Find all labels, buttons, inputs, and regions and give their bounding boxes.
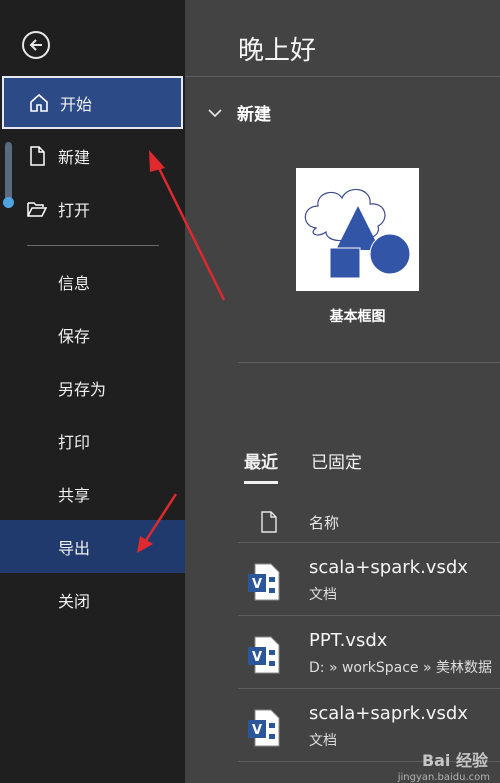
sidebar-item-new[interactable]: 新建 [0, 129, 185, 182]
file-name: scala+spark.vsdx [309, 557, 468, 578]
sidebar-item-home[interactable]: 开始 [2, 76, 183, 129]
file-row[interactable]: V scala+spark.vsdx 文档 [238, 542, 500, 613]
page-title: 晚上好 [238, 36, 317, 66]
backstage-main: 晚上好 新建 基本框图 最近 已固定 名称 V scala+spark.vsdx… [185, 0, 500, 783]
sidebar-item-label: 关闭 [58, 591, 91, 611]
file-name: PPT.vsdx [309, 630, 388, 651]
sidebar-item-share[interactable]: 共享 [0, 467, 185, 520]
file-path: 文档 [309, 587, 337, 603]
basic-diagram-thumbnail-icon [304, 188, 411, 279]
back-button[interactable] [22, 31, 50, 59]
recent-tabs: 最近 已固定 [244, 448, 395, 484]
sidebar-divider [27, 245, 159, 246]
column-name-header: 名称 [309, 513, 340, 532]
sidebar-item-save[interactable]: 保存 [0, 308, 185, 361]
header-divider [185, 76, 500, 77]
new-section-title: 新建 [237, 105, 271, 125]
file-type-icon [261, 511, 277, 533]
sidebar-item-label: 共享 [58, 485, 91, 505]
sidebar-item-info[interactable]: 信息 [0, 255, 185, 308]
new-section-toggle[interactable]: 新建 [207, 100, 271, 125]
file-path: 文档 [309, 733, 337, 749]
watermark-logo: Bai 经验 [421, 751, 488, 770]
sidebar-item-close[interactable]: 关闭 [0, 573, 185, 626]
sidebar-item-open[interactable]: 打开 [0, 182, 185, 235]
home-icon [30, 93, 48, 112]
sidebar-item-print[interactable]: 打印 [0, 414, 185, 467]
file-list-header[interactable]: 名称 [238, 504, 500, 540]
sidebar-item-label: 导出 [58, 538, 91, 558]
template-basic-diagram[interactable] [296, 168, 419, 291]
sidebar-item-label: 打印 [58, 432, 91, 452]
new-document-icon [30, 146, 45, 166]
visio-file-icon: V [248, 636, 280, 674]
sidebar-item-save-as[interactable]: 另存为 [0, 361, 185, 414]
sidebar-item-label: 开始 [60, 94, 93, 114]
sidebar-item-label: 信息 [58, 273, 91, 293]
svg-text:V: V [252, 650, 262, 665]
tab-pinned[interactable]: 已固定 [311, 448, 362, 481]
back-arrow-icon [29, 39, 42, 51]
file-row[interactable]: V PPT.vsdx D: » workSpace » 美林数据 [238, 615, 500, 686]
sidebar-item-label: 新建 [58, 147, 91, 167]
sidebar-item-export[interactable]: 导出 [0, 520, 185, 573]
file-path: D: » workSpace » 美林数据 [309, 660, 492, 676]
svg-text:V: V [252, 723, 262, 738]
backstage-sidebar: 开始 新建 打开 信息 保存 另存为 打印 共享 导出 关闭 [0, 0, 185, 783]
sidebar-item-label: 保存 [58, 326, 91, 346]
visio-file-icon: V [248, 709, 280, 747]
scrollbar-thumb[interactable] [3, 197, 14, 208]
open-folder-icon [27, 202, 48, 217]
sidebar-item-label: 打开 [58, 200, 91, 220]
template-label: 基本框图 [329, 309, 386, 325]
svg-text:V: V [252, 577, 262, 592]
section-divider [238, 362, 500, 363]
watermark-url: jingyan.baidu.com [397, 772, 490, 783]
file-name: scala+saprk.vsdx [309, 703, 468, 724]
sidebar-item-label: 另存为 [58, 379, 107, 399]
chevron-down-icon [208, 108, 222, 117]
visio-file-icon: V [248, 563, 280, 601]
tab-recent[interactable]: 最近 [244, 448, 278, 484]
